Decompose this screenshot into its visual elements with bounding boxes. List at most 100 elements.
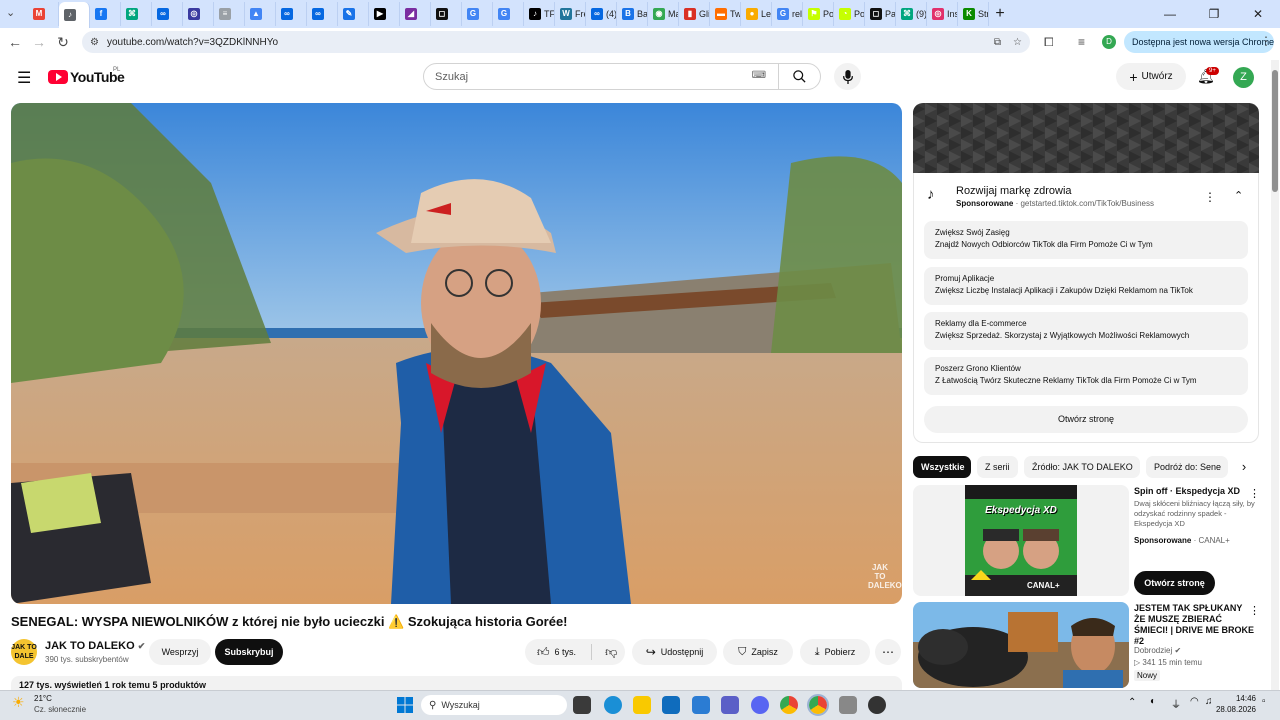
browser-tab[interactable]: ∞ [307,2,338,26]
browser-tab[interactable]: ▶ [369,2,400,26]
clock-time[interactable]: 14:46 [1220,694,1256,703]
voice-search-button[interactable] [834,63,861,90]
ad-item[interactable]: Promuj Aplikacje Zwiększ Liczbę Instalacj… [924,267,1248,305]
browser-tab[interactable]: G [493,2,524,26]
ad-banner-image[interactable] [913,103,1259,173]
browser-tab[interactable]: M [28,2,59,26]
site-info-icon[interactable]: ⚙ [90,37,99,48]
search-input[interactable]: Szukaj [435,71,468,83]
omnibox[interactable]: ⚙ youtube.com/watch?v=3QZDKlNNHYo ⧉ ☆ [82,31,1030,53]
chrome-update-button[interactable]: Dostępna jest nowa wersja Chrome [1124,31,1274,53]
store-icon[interactable] [662,696,680,714]
weather-icon[interactable]: ☀ [12,694,25,711]
rec-thumbnail[interactable]: Ekspedycja XD CANAL+ [913,485,1129,596]
hamburger-menu-icon[interactable]: ☰ [17,68,31,88]
tray-chevron-icon[interactable]: ⌃ [1128,697,1136,708]
new-tab-button[interactable]: + [989,5,1011,23]
download-button[interactable]: ⤓ Pobierz [800,639,870,665]
reading-list-icon[interactable]: ≡ [1078,35,1085,49]
rec-menu-icon[interactable]: ⋮ [1249,487,1260,500]
subscribe-button[interactable]: Subskrybuj [215,639,283,665]
browser-menu-icon[interactable]: ⋮ [1260,34,1272,48]
channel-name-text[interactable]: JAK TO DALEKO [45,640,135,652]
task-view-icon[interactable] [573,696,591,714]
browser-tab[interactable]: ✎ [338,2,369,26]
chrome-icon[interactable] [780,696,798,714]
user-avatar[interactable]: Z [1233,67,1254,88]
collapse-chevron-icon[interactable]: ⌃ [1234,189,1243,202]
chip-source[interactable]: Źródło: JAK TO DALEKO [1024,456,1140,478]
edge-icon[interactable] [604,696,622,714]
browser-tab[interactable]: G [462,2,493,26]
browser-tab[interactable]: ◉Ma [648,2,679,26]
app-icon[interactable] [868,696,886,714]
browser-tab[interactable]: ▲ [245,2,276,26]
minimize-button[interactable]: — [1148,7,1192,21]
browser-tab[interactable]: ◢ [400,2,431,26]
browser-tab[interactable]: B Ba [617,2,648,26]
browser-tab[interactable]: ∞ [276,2,307,26]
browser-tab[interactable]: ◔ Po [834,2,865,26]
bookmark-star-icon[interactable]: ☆ [1013,37,1022,48]
browser-tab[interactable]: ▬ Tw [710,2,741,26]
close-window-button[interactable]: ✕ [1236,7,1280,21]
browser-tab[interactable]: ♪ TF [524,2,555,26]
browser-tab[interactable]: ∞ [152,2,183,26]
dislike-button[interactable]: 👎︎ [605,645,617,660]
taskbar-search[interactable]: ⚲ Wyszukaj [421,695,567,715]
support-button[interactable]: Wesprzyj [149,639,211,665]
channel-avatar[interactable]: JAK TO DALE [11,639,37,665]
wifi-icon[interactable]: ◠ [1190,696,1199,707]
browser-tab[interactable]: ◎ Ins [927,2,958,26]
share-button[interactable]: ↪ Udostępnij [632,639,717,665]
discord-icon[interactable] [751,696,769,714]
rec-title[interactable]: JESTEM TAK SPŁUKANY ŻE MUSZĘ ZBIERAĆ ŚMI… [1134,603,1256,647]
chrome-active-icon[interactable] [807,694,829,716]
browser-tab[interactable]: f [90,2,121,26]
browser-tab[interactable]: ◎ [183,2,214,26]
like-button[interactable]: 👍︎ 6 tys. [537,645,576,660]
ad-item[interactable]: Reklamy dla E-commerce Zwiększ Sprzedaż. … [924,312,1248,350]
rec-title[interactable]: Spin off · Ekspedycja XD [1134,486,1256,497]
channel-name[interactable]: JAK TO DALEKO ✔ [45,640,145,652]
reload-button[interactable]: ↻ [51,34,75,51]
more-actions-button[interactable]: ⋯ [875,639,901,665]
notification-center-icon[interactable]: ▫ [1262,696,1266,707]
back-button[interactable]: ← [3,34,27,50]
teams-icon[interactable] [721,696,739,714]
browser-tab[interactable]: WFre [555,2,586,26]
rec-open-site-button[interactable]: Otwórz stronę [1134,571,1215,595]
browser-tab[interactable]: ⚑Pol [803,2,834,26]
extensions-icon[interactable]: ⧠ [1044,35,1054,50]
windows-start-icon[interactable] [396,696,414,714]
create-button[interactable]: + Utwórz [1116,63,1186,90]
browser-tab[interactable]: ≡ [214,2,245,26]
page-scrollbar-thumb[interactable] [1272,70,1278,192]
tab-search-icon[interactable]: ⌄ [6,6,15,19]
youtube-logo-icon[interactable] [48,70,68,84]
browser-tab[interactable]: ⌘ [121,2,152,26]
ad-title[interactable]: Rozwijaj markę zdrowia [956,185,1072,197]
ad-item[interactable]: Zwiększ Swój Zasięg Znajdź Nowych Odbiorc… [924,221,1248,259]
forward-button[interactable]: → [27,34,51,50]
browser-tab[interactable]: ♪ [59,2,90,28]
url-text[interactable]: youtube.com/watch?v=3QZDKlNNHYo [107,37,278,48]
taskbar-search-input[interactable]: Wyszukaj [441,700,479,710]
browser-tab[interactable]: Grel [772,2,803,26]
search-box[interactable]: Szukaj ⌨ [423,63,821,90]
browser-tab[interactable]: ∞ (4) [586,2,617,26]
chip-travel[interactable]: Podróż do: Sene [1146,456,1228,478]
usb-icon[interactable]: ⏚ [1171,696,1181,711]
clock-date[interactable]: 28.08.2026 [1210,705,1256,714]
browser-profile-avatar[interactable]: D [1102,35,1116,49]
file-explorer-icon[interactable] [633,696,651,714]
browser-tab[interactable]: K Str [958,2,989,26]
photos-icon[interactable] [839,696,857,714]
browser-tab[interactable]: ● Lel [741,2,772,26]
video-player[interactable]: JAK TO DALEKO [11,103,902,604]
ad-item[interactable]: Poszerz Grono Klientów Z Łatwością Twórz … [924,357,1248,395]
chip-all[interactable]: Wszystkie [913,456,971,478]
search-button[interactable] [778,64,820,89]
browser-tab[interactable]: ⌘ (9) [896,2,927,26]
chevron-right-icon[interactable]: › [1234,457,1254,477]
